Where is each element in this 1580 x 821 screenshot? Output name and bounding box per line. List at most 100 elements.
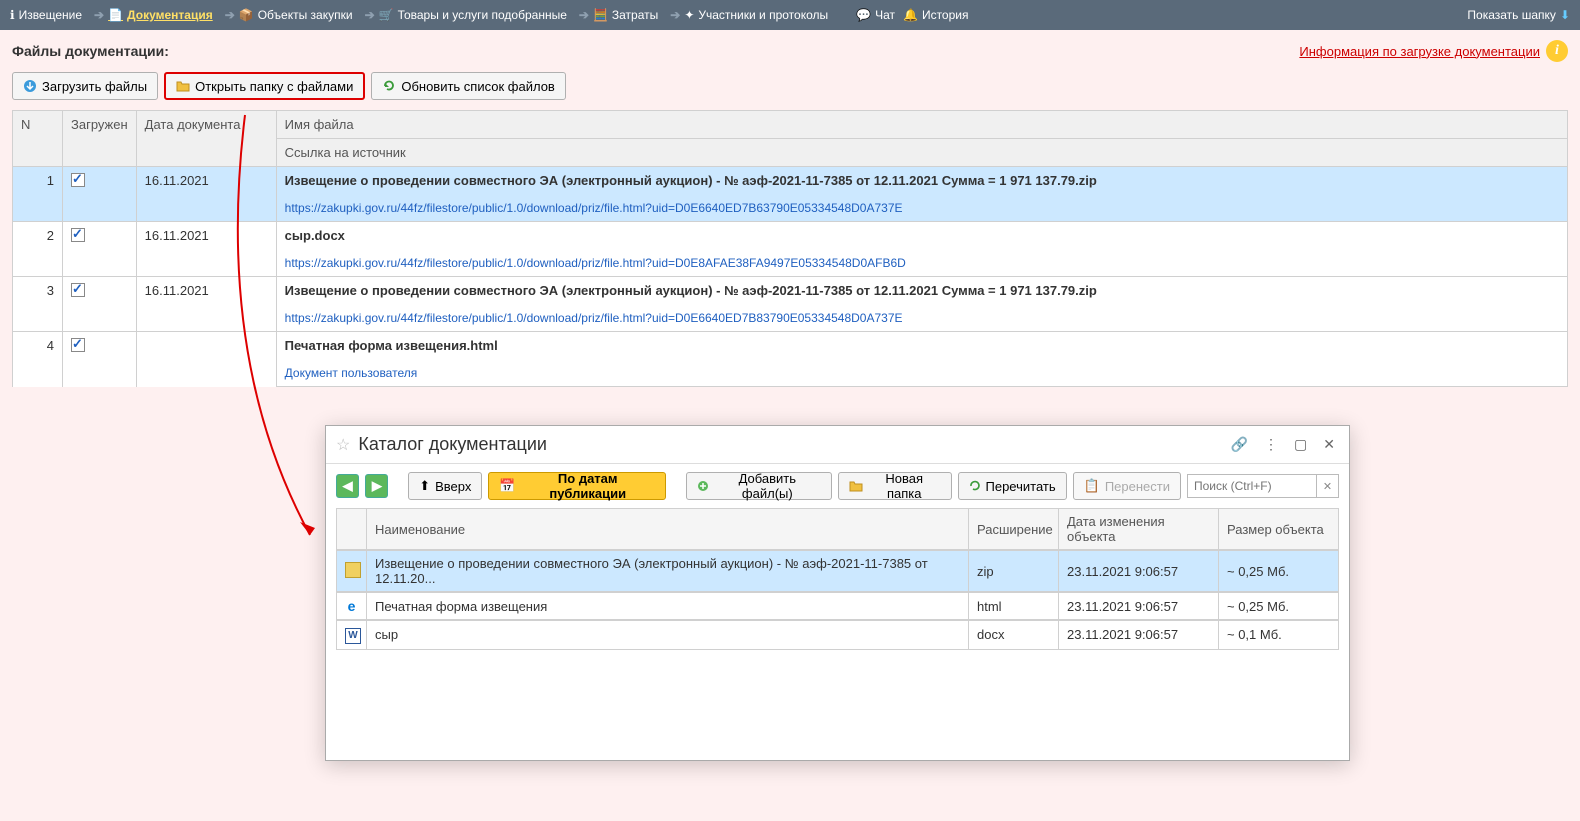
info-icon: ℹ [10,8,15,22]
download-icon [23,79,37,93]
cell-name: сыр [367,621,969,650]
cell-date: 16.11.2021 [136,167,276,222]
col-header-icon [337,509,367,550]
cell-filename: Печатная форма извещения.html [276,332,1567,360]
nav-chat[interactable]: 💬Чат [856,8,895,22]
col-header-date[interactable]: Дата документа [136,111,276,167]
cell-n: 1 [13,167,63,222]
checkbox-icon[interactable] [71,338,85,352]
chat-icon: 💬 [856,8,871,22]
cell-link[interactable]: https://zakupki.gov.ru/44fz/filestore/pu… [276,194,1567,222]
wand-icon: ✦ [684,8,694,22]
catalog-row[interactable]: W сыр docx 23.11.2021 9:06:57 ~ 0,1 Мб. [336,620,1339,650]
table-row[interactable]: 3 16.11.2021 Извещение о проведении совм… [13,277,1568,305]
doc-icon: 📄 [108,8,123,22]
link-icon[interactable]: 🔗 [1227,434,1252,455]
search-input[interactable] [1187,474,1317,498]
close-icon[interactable]: ✕ [1319,434,1339,455]
cell-link[interactable]: https://zakupki.gov.ru/44fz/filestore/pu… [276,249,1567,277]
cell-size: ~ 0,1 Мб. [1219,621,1339,650]
box-icon: 📦 [239,8,254,22]
table-row[interactable]: 1 16.11.2021 Извещение о проведении совм… [13,167,1568,195]
up-arrow-icon: ⬆ [419,478,430,494]
move-button: 📋Перенести [1073,472,1181,500]
new-folder-button[interactable]: Новая папка [838,472,952,500]
cell-ext: docx [969,621,1059,650]
cell-modified: 23.11.2021 9:06:57 [1059,551,1219,592]
plus-icon [697,480,709,492]
cell-checkbox[interactable] [63,167,137,222]
cell-date: 16.11.2021 [136,222,276,277]
col-header-modified[interactable]: Дата изменения объекта [1059,509,1219,550]
bell-icon: 🔔 [903,8,918,22]
cell-ext: html [969,593,1059,620]
checkbox-icon[interactable] [71,228,85,242]
calendar-icon: 📅 [499,478,515,494]
col-header-ext[interactable]: Расширение [969,509,1059,550]
nav-costs[interactable]: 🧮Затраты [593,8,658,22]
col-header-filename[interactable]: Имя файла [276,111,1567,139]
info-help-icon[interactable]: i [1546,40,1568,62]
cell-size: ~ 0,25 Мб. [1219,593,1339,620]
cell-checkbox[interactable] [63,277,137,332]
nav-history[interactable]: 🔔История [903,8,969,22]
cell-filename: сыр.docx [276,222,1567,250]
checkbox-icon[interactable] [71,283,85,297]
table-row[interactable]: 4 Печатная форма извещения.html [13,332,1568,360]
reread-button[interactable]: Перечитать [958,472,1067,500]
folder-open-icon [176,80,190,92]
cell-link[interactable]: https://zakupki.gov.ru/44fz/filestore/pu… [276,304,1567,332]
favorite-star-icon[interactable]: ☆ [336,435,350,455]
show-header-button[interactable]: Показать шапку⬇ [1467,8,1570,22]
nav-forward-button[interactable]: ▶ [365,474,388,498]
cell-name: Извещение о проведении совместного ЭА (э… [367,551,969,592]
nav-arrow-icon: ➔ [579,8,589,22]
nav-arrow-icon: ➔ [94,8,104,22]
nav-notice[interactable]: ℹИзвещение [10,8,82,22]
catalog-toolbar: ◀ ▶ ⬆Вверх 📅По датам публикации Добавить… [326,464,1349,508]
expand-down-icon: ⬇ [1560,8,1570,22]
nav-arrow-icon: ➔ [670,8,680,22]
open-folder-button[interactable]: Открыть папку с файлами [164,72,365,100]
section-title: Файлы документации: [12,43,169,59]
move-icon: 📋 [1084,478,1100,494]
cell-icon [337,551,367,592]
col-header-n[interactable]: N [13,111,63,167]
catalog-title: Каталог документации [358,434,1226,455]
nav-objects[interactable]: 📦Объекты закупки [239,8,353,22]
col-header-loaded[interactable]: Загружен [63,111,137,167]
cell-date [136,332,276,387]
upload-files-button[interactable]: Загрузить файлы [12,72,158,100]
nav-goods[interactable]: 🛒Товары и услуги подобранные [379,8,567,22]
nav-participants[interactable]: ✦Участники и протоколы [684,8,828,22]
catalog-row[interactable]: Извещение о проведении совместного ЭА (э… [336,550,1339,592]
catalog-window: ☆ Каталог документации 🔗 ⋮ ▢ ✕ ◀ ▶ ⬆Ввер… [325,425,1350,761]
table-row[interactable]: 2 16.11.2021 сыр.docx [13,222,1568,250]
cell-modified: 23.11.2021 9:06:57 [1059,621,1219,650]
action-bar: Загрузить файлы Открыть папку с файлами … [12,72,1568,100]
col-header-size[interactable]: Размер объекта [1219,509,1339,550]
catalog-table: Наименование Расширение Дата изменения о… [336,508,1339,750]
maximize-icon[interactable]: ▢ [1290,434,1311,455]
col-header-source[interactable]: Ссылка на источник [276,139,1567,167]
cell-filename: Извещение о проведении совместного ЭА (э… [276,277,1567,305]
search-clear-icon[interactable]: ✕ [1317,474,1339,498]
by-dates-button[interactable]: 📅По датам публикации [488,472,666,500]
cell-icon: e [337,593,367,620]
nav-documentation[interactable]: 📄Документация [108,8,213,22]
cell-checkbox[interactable] [63,222,137,277]
checkbox-icon[interactable] [71,173,85,187]
nav-back-button[interactable]: ◀ [336,474,359,498]
up-button[interactable]: ⬆Вверх [408,472,482,500]
info-link[interactable]: Информация по загрузке документации [1299,44,1540,59]
catalog-row[interactable]: e Печатная форма извещения html 23.11.20… [336,592,1339,620]
cell-checkbox[interactable] [63,332,137,387]
refresh-list-button[interactable]: Обновить список файлов [371,72,566,100]
cell-filename: Извещение о проведении совместного ЭА (э… [276,167,1567,195]
add-files-button[interactable]: Добавить файл(ы) [686,472,832,500]
top-toolbar: ℹИзвещение ➔ 📄Документация ➔ 📦Объекты за… [0,0,1580,30]
more-icon[interactable]: ⋮ [1260,434,1282,455]
cell-link[interactable]: Документ пользователя [276,359,1567,387]
refresh-icon [969,480,981,492]
col-header-name[interactable]: Наименование [367,509,969,550]
